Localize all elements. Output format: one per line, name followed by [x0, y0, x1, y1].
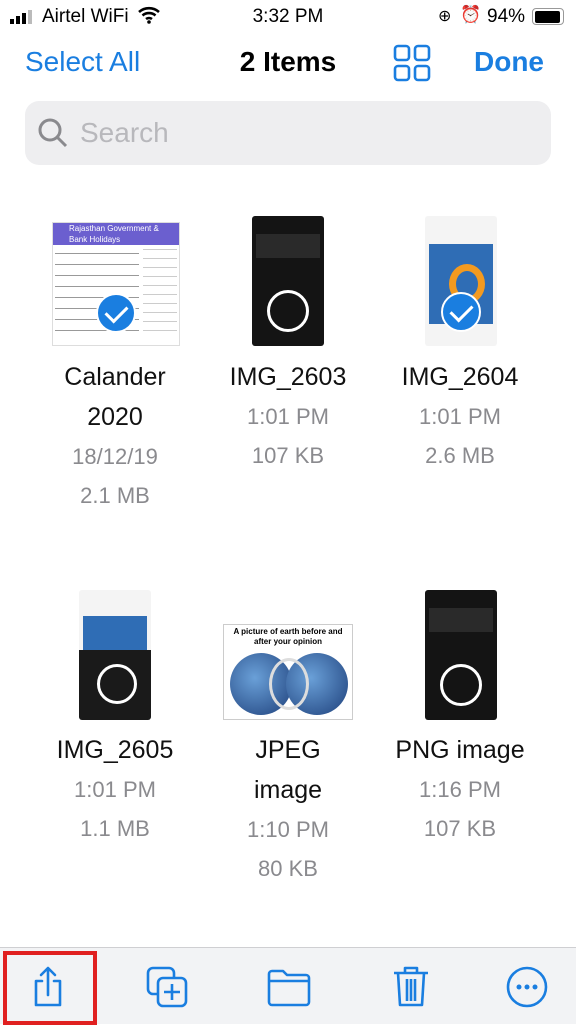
status-bar: Airtel WiFi 3:32 PM ⊕ ⏰ 94% [0, 0, 576, 34]
folder-icon[interactable] [266, 964, 312, 1010]
file-date: 1:01 PM [74, 777, 156, 802]
thumbnail-caption: A picture of earth before and after your… [233, 627, 343, 646]
file-date: 18/12/19 [72, 444, 158, 469]
file-date: 1:01 PM [419, 404, 501, 429]
grid-view-icon[interactable] [393, 44, 431, 82]
file-thumbnail[interactable] [425, 590, 497, 720]
battery-percent: 94% [487, 6, 526, 27]
file-name: Calander 2020 [64, 363, 166, 431]
file-size: 1.1 MB [80, 816, 150, 841]
file-thumbnail[interactable] [252, 216, 324, 346]
thumbnail-caption: Rajasthan Government & Bank Holidays [53, 223, 179, 245]
file-item[interactable]: IMG_2604 1:01 PM 2.6 MB [374, 357, 546, 475]
file-name: PNG image [395, 736, 525, 764]
more-icon[interactable] [504, 964, 550, 1010]
file-item[interactable]: IMG_2603 1:01 PM 107 KB [202, 357, 374, 475]
file-name: IMG_2605 [56, 736, 174, 764]
file-thumbnail[interactable]: Rajasthan Government & Bank Holidays [52, 222, 180, 346]
search-placeholder: Search [80, 117, 169, 148]
done-button[interactable]: Done [474, 46, 544, 78]
file-size: 2.1 MB [80, 483, 150, 508]
file-item[interactable]: JPEG image 1:10 PM 80 KB [202, 730, 374, 888]
search-icon [37, 117, 69, 154]
selected-checkmark-icon [96, 293, 136, 333]
trash-icon[interactable] [388, 964, 434, 1010]
selected-checkmark-icon [441, 292, 481, 332]
rotation-lock-icon: ⊕ [438, 8, 452, 25]
file-item[interactable]: IMG_2605 1:01 PM 1.1 MB [29, 730, 201, 848]
search-input[interactable]: Search [25, 101, 551, 165]
duplicate-icon[interactable] [145, 964, 191, 1010]
file-date: 1:01 PM [247, 404, 329, 429]
file-thumbnail[interactable] [79, 590, 151, 720]
file-thumbnail[interactable] [425, 216, 497, 346]
alarm-icon: ⏰ [460, 5, 482, 24]
file-name: IMG_2604 [401, 363, 519, 391]
file-size: 2.6 MB [425, 443, 495, 468]
select-all-button[interactable]: Select All [25, 46, 140, 78]
file-size: 80 KB [258, 856, 318, 881]
file-date: 1:16 PM [419, 777, 501, 802]
file-name: JPEG image [253, 736, 323, 804]
file-size: 107 KB [251, 443, 325, 468]
battery-icon [532, 8, 564, 25]
file-item[interactable]: PNG image 1:16 PM 107 KB [374, 730, 546, 848]
file-date: 1:10 PM [247, 817, 329, 842]
file-thumbnail[interactable]: A picture of earth before and after your… [223, 624, 353, 720]
file-name: IMG_2603 [229, 363, 347, 391]
file-item[interactable]: Calander 2020 18/12/19 2.1 MB [29, 357, 201, 515]
navigation-bar: Select All 2 Items Done [0, 40, 576, 88]
file-size: 107 KB [423, 816, 497, 841]
share-icon[interactable] [25, 964, 71, 1010]
bottom-toolbar [0, 947, 576, 1025]
